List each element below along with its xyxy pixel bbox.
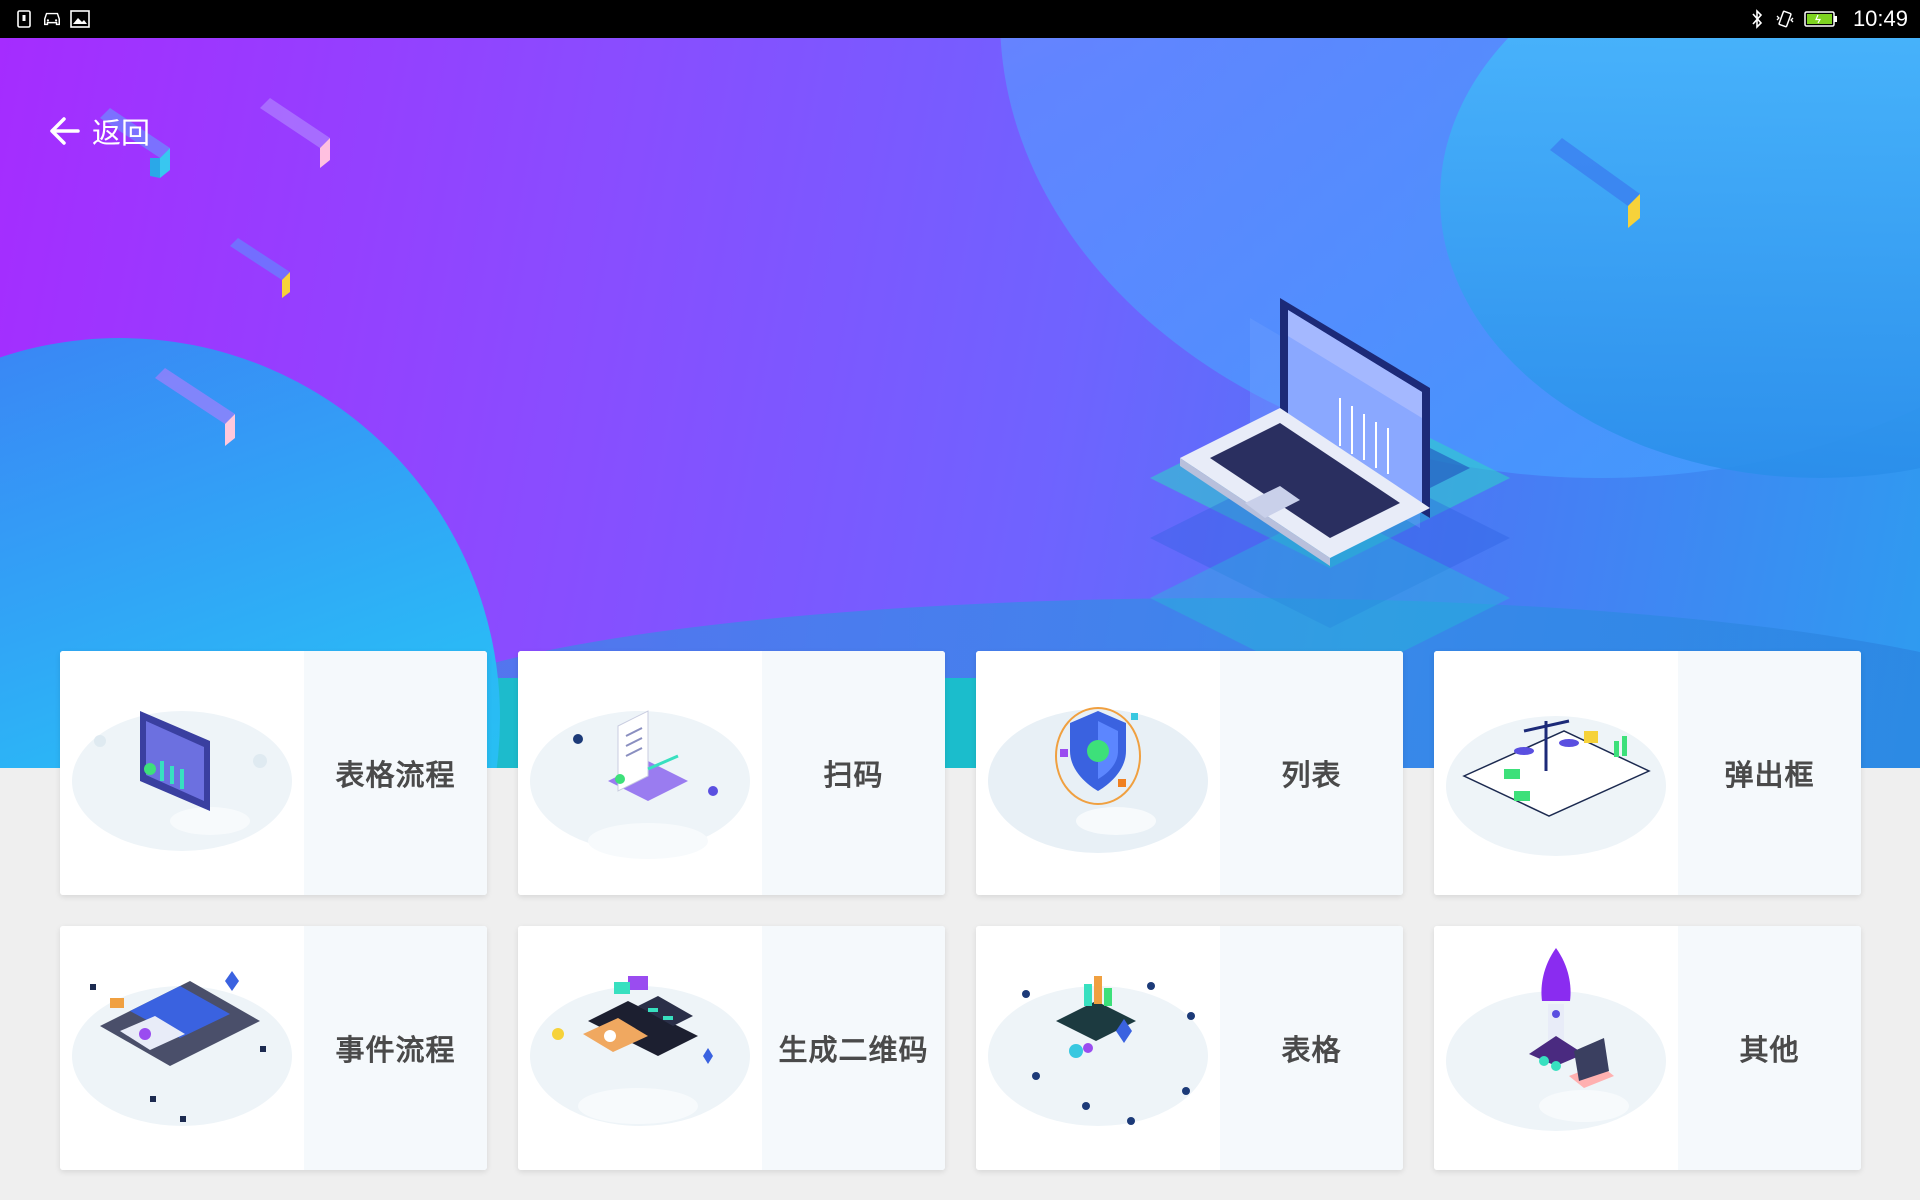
menu-card-label: 其他 [1739,1033,1800,1067]
vibrate-icon [1775,9,1795,29]
balance-scale-icon [1434,651,1678,895]
menu-card-popup[interactable]: 弹出框 [1434,651,1861,895]
menu-card-table-flow[interactable]: 表格流程 [60,651,487,895]
decorative-bar-icon [1550,138,1640,228]
menu-card-table[interactable]: 表格 [976,926,1403,1170]
car-icon [42,9,62,29]
chart-blocks-icon [976,926,1220,1170]
decorative-bar-icon [230,238,290,298]
dashboard-screen-icon [60,651,304,895]
menu-card-label: 列表 [1281,758,1342,792]
menu-card-generate-qrcode[interactable]: 生成二维码 [518,926,945,1170]
status-bar-left [14,9,90,29]
menu-card-label: 弹出框 [1724,758,1815,792]
arrow-left-icon [48,114,82,148]
status-time: 10:49 [1852,6,1908,31]
menu-card-scan[interactable]: 扫码 [518,651,945,895]
image-icon [70,9,90,29]
menu-card-other[interactable]: 其他 [1434,926,1861,1170]
phone-qrcode-icon [518,926,762,1170]
menu-card-label: 事件流程 [335,1033,456,1067]
shield-check-icon [976,651,1220,895]
status-bar: 10:49 [0,0,1920,38]
phone-scan-icon [518,651,762,895]
sim-card-icon [14,9,34,29]
rocket-icon [1434,926,1678,1170]
document-flow-icon [60,926,304,1170]
back-button[interactable]: 返回 [48,110,150,152]
decorative-bar-icon [155,368,235,446]
menu-card-event-flow[interactable]: 事件流程 [60,926,487,1170]
back-label: 返回 [92,116,151,150]
status-bar-right: 10:49 [1747,6,1908,32]
menu-card-label: 表格 [1281,1033,1342,1067]
menu-card-label: 生成二维码 [778,1033,929,1067]
decorative-bar-icon [260,98,330,168]
menu-card-label: 扫码 [823,758,884,792]
battery-icon [1803,9,1839,29]
laptop-illustration [1150,298,1510,688]
menu-card-label: 表格流程 [335,758,456,792]
bluetooth-icon [1747,9,1767,29]
menu-card-list[interactable]: 列表 [976,651,1403,895]
menu-grid: 表格流程 扫码 列表 弹出框 事件流程 生成二维码 表格 其他 [60,651,1862,1171]
